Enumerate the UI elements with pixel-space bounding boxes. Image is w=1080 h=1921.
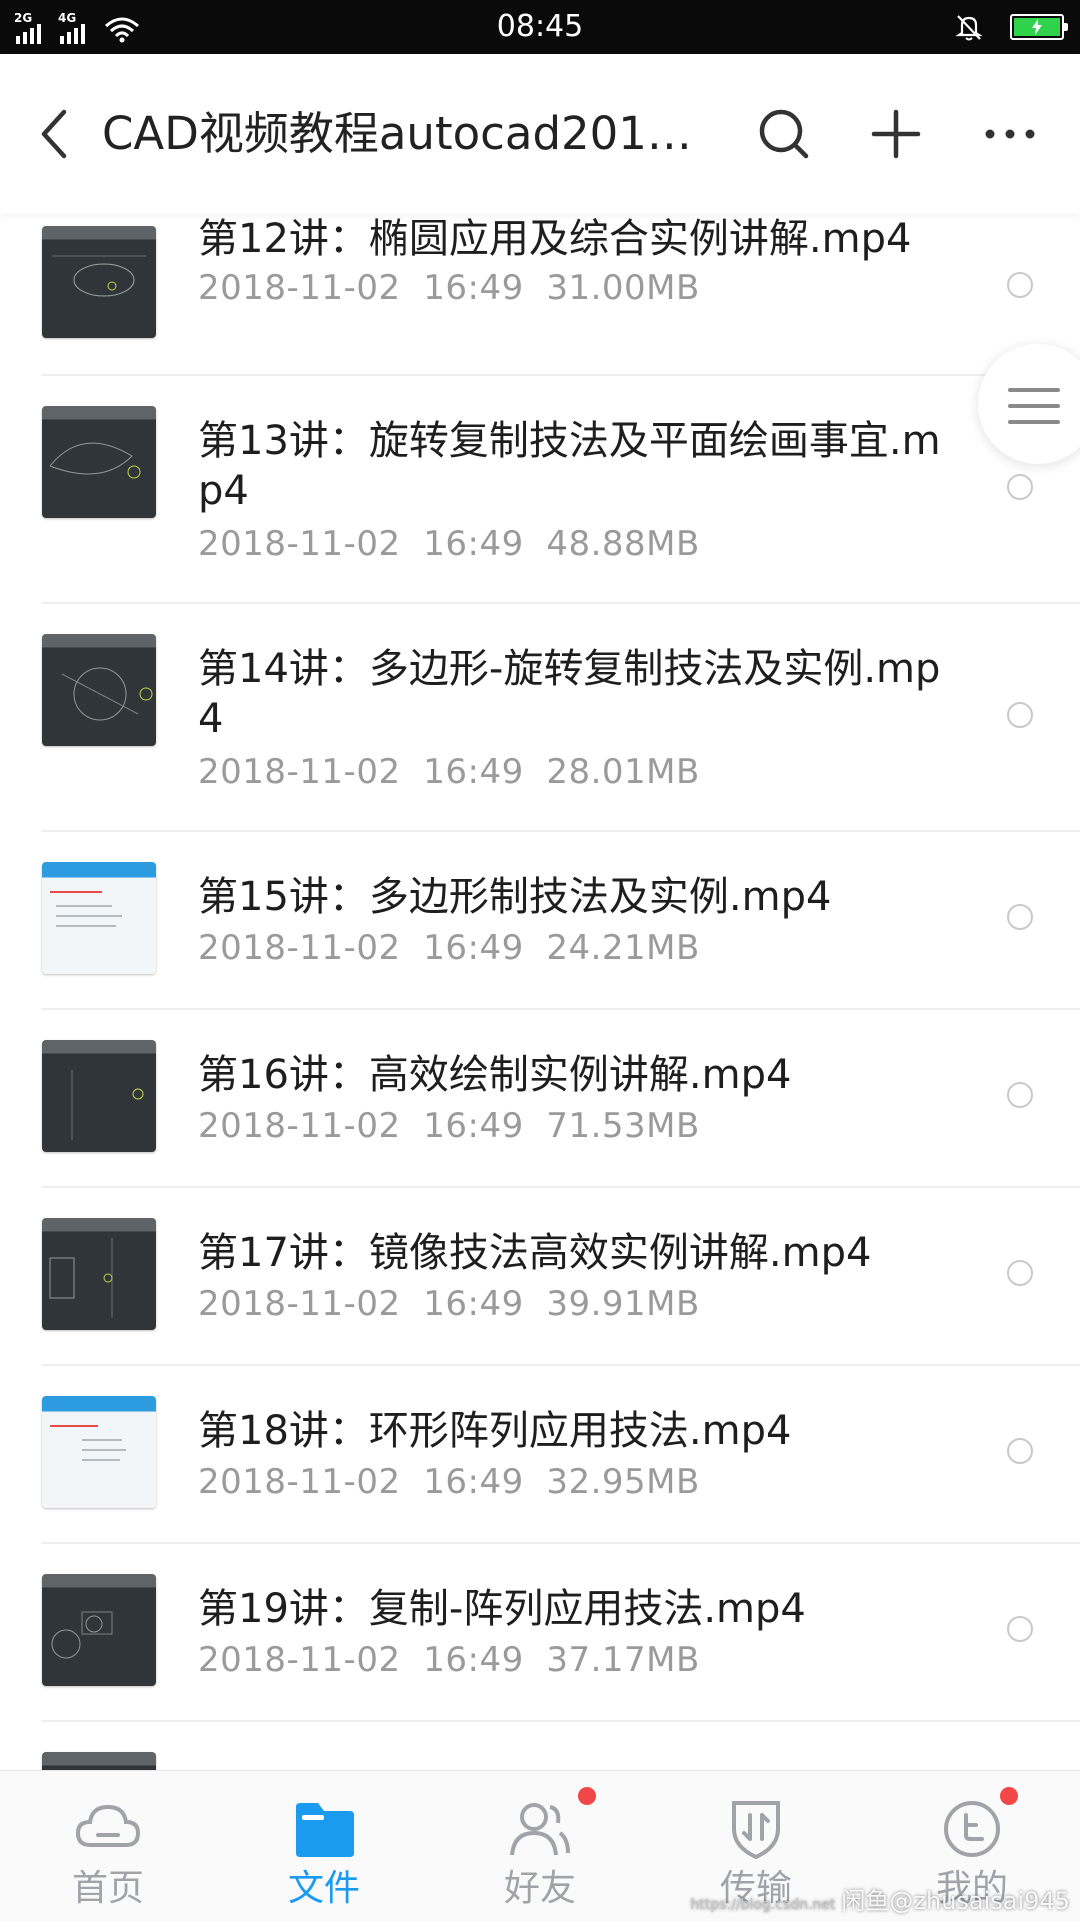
- list-item[interactable]: 第12讲：椭圆应用及综合实例讲解.mp4 2018-11-02 16:49 31…: [0, 214, 1080, 374]
- select-radio[interactable]: [1007, 1260, 1033, 1286]
- tab-files[interactable]: 文件: [216, 1771, 432, 1921]
- list-item[interactable]: 第13讲：旋转复制技法及平面绘画事宜.mp4 2018-11-02 16:49 …: [0, 376, 1080, 602]
- file-meta: 2018-11-02 16:49 39.91MB: [198, 1284, 948, 1324]
- file-time: 16:49: [423, 524, 524, 564]
- file-meta: 2018-11-02 16:49 32.95MB: [198, 1462, 948, 1502]
- select-radio[interactable]: [1007, 1082, 1033, 1108]
- battery-charging-icon: [1010, 14, 1068, 40]
- video-thumbnail: [42, 1396, 156, 1508]
- list-item[interactable]: 第19讲：复制-阵列应用技法.mp4 2018-11-02 16:49 37.1…: [0, 1544, 1080, 1720]
- file-meta: 2018-11-02 16:49 31.00MB: [198, 268, 948, 308]
- file-time: 16:49: [423, 928, 524, 968]
- list-item[interactable]: [0, 1722, 1080, 1770]
- menu-icon: [1008, 388, 1060, 424]
- file-name: 第16讲：高效绘制实例讲解.mp4: [198, 1052, 792, 1098]
- file-list: 第12讲：椭圆应用及综合实例讲解.mp4 2018-11-02 16:49 31…: [0, 214, 1080, 1770]
- file-size: 31.00MB: [546, 268, 700, 308]
- list-item[interactable]: 第15讲：多边形制技法及实例.mp4 2018-11-02 16:49 24.2…: [0, 832, 1080, 1008]
- select-radio[interactable]: [1007, 1438, 1033, 1464]
- file-date: 2018-11-02: [198, 1284, 401, 1324]
- file-meta: 2018-11-02 16:49 24.21MB: [198, 928, 948, 968]
- video-thumbnail: [42, 862, 156, 974]
- file-time: 16:49: [423, 1284, 524, 1324]
- select-radio[interactable]: [1007, 474, 1033, 500]
- select-radio[interactable]: [1007, 904, 1033, 930]
- tab-label: 好友: [503, 1868, 576, 1909]
- friends-icon: [510, 1803, 570, 1856]
- tab-friends[interactable]: 好友: [432, 1771, 648, 1921]
- watermark-text: 闲鱼@zhusaisai945: [841, 1887, 1070, 1915]
- page-title: CAD视频教程autocad2018…: [102, 107, 708, 160]
- app-header: CAD视频教程autocad2018…: [0, 54, 1080, 214]
- file-name: 第15讲：多边形制技法及实例.mp4: [198, 874, 832, 920]
- file-meta: 2018-11-02 16:49 28.01MB: [198, 752, 948, 792]
- notification-muted-icon: [955, 15, 983, 41]
- video-thumbnail: [42, 1040, 156, 1152]
- list-item[interactable]: 第18讲：环形阵列应用技法.mp4 2018-11-02 16:49 32.95…: [0, 1366, 1080, 1542]
- file-date: 2018-11-02: [198, 1106, 401, 1146]
- file-meta: 2018-11-02 16:49 71.53MB: [198, 1106, 948, 1146]
- file-name: 第12讲：椭圆应用及综合实例讲解.mp4: [198, 216, 912, 262]
- status-time: 08:45: [496, 9, 584, 44]
- file-time: 16:49: [423, 1640, 524, 1680]
- tab-home[interactable]: 首页: [0, 1771, 216, 1921]
- file-size: 71.53MB: [546, 1106, 700, 1146]
- file-date: 2018-11-02: [198, 268, 401, 308]
- file-name: 第17讲：镜像技法高效实例讲解.mp4: [198, 1230, 872, 1276]
- more-icon[interactable]: [978, 102, 1042, 166]
- file-name: 第18讲：环形阵列应用技法.mp4: [198, 1408, 792, 1454]
- list-item[interactable]: 第17讲：镜像技法高效实例讲解.mp4 2018-11-02 16:49 39.…: [0, 1188, 1080, 1364]
- file-size: 32.95MB: [546, 1462, 700, 1502]
- video-thumbnail: [42, 226, 156, 338]
- file-size: 28.01MB: [546, 752, 700, 792]
- video-thumbnail: [42, 1218, 156, 1330]
- file-size: 48.88MB: [546, 524, 700, 564]
- select-radio[interactable]: [1007, 1616, 1033, 1642]
- file-name: 第14讲：多边形-旋转复制技法及实例.mp4: [198, 646, 941, 742]
- search-icon[interactable]: [752, 102, 816, 166]
- profile-icon: [944, 1801, 1000, 1857]
- folder-icon: [296, 1803, 354, 1857]
- list-item[interactable]: 第14讲：多边形-旋转复制技法及实例.mp4 2018-11-02 16:49 …: [0, 604, 1080, 830]
- plus-icon[interactable]: [864, 102, 928, 166]
- file-date: 2018-11-02: [198, 752, 401, 792]
- friends-badge: [578, 1787, 596, 1805]
- select-radio[interactable]: [1007, 702, 1033, 728]
- file-name: 第13讲：旋转复制技法及平面绘画事宜.mp4: [198, 418, 941, 514]
- file-meta: 2018-11-02 16:49 37.17MB: [198, 1640, 948, 1680]
- file-size: 37.17MB: [546, 1640, 700, 1680]
- tab-label: 首页: [71, 1868, 144, 1909]
- profile-badge: [1000, 1787, 1018, 1805]
- file-date: 2018-11-02: [198, 524, 401, 564]
- file-time: 16:49: [423, 752, 524, 792]
- file-name: 第19讲：复制-阵列应用技法.mp4: [198, 1586, 806, 1632]
- chevron-left-icon[interactable]: [30, 104, 80, 164]
- video-thumbnail: [42, 406, 156, 518]
- select-radio[interactable]: [1007, 272, 1033, 298]
- file-time: 16:49: [423, 1462, 524, 1502]
- video-thumbnail: [42, 1574, 156, 1686]
- file-date: 2018-11-02: [198, 1462, 401, 1502]
- file-size: 24.21MB: [546, 928, 700, 968]
- file-meta: 2018-11-02 16:49 48.88MB: [198, 524, 948, 564]
- file-time: 16:49: [423, 1106, 524, 1146]
- file-size: 39.91MB: [546, 1284, 700, 1324]
- watermark: https://blog.csdn.net 闲鱼@zhusaisai945: [690, 1886, 1070, 1920]
- tab-label: 文件: [287, 1868, 360, 1909]
- list-item[interactable]: 第16讲：高效绘制实例讲解.mp4 2018-11-02 16:49 71.53…: [0, 1010, 1080, 1186]
- status-bar-right: [954, 12, 1068, 42]
- video-thumbnail: [42, 634, 156, 746]
- watermark-url: https://blog.csdn.net: [690, 1897, 836, 1913]
- transfer-icon: [732, 1801, 780, 1860]
- cloud-icon: [75, 1804, 141, 1847]
- status-bar: 2G 4G 08:45: [0, 0, 1080, 54]
- file-date: 2018-11-02: [198, 1640, 401, 1680]
- file-date: 2018-11-02: [198, 928, 401, 968]
- file-time: 16:49: [423, 268, 524, 308]
- video-thumbnail: [42, 1752, 156, 1770]
